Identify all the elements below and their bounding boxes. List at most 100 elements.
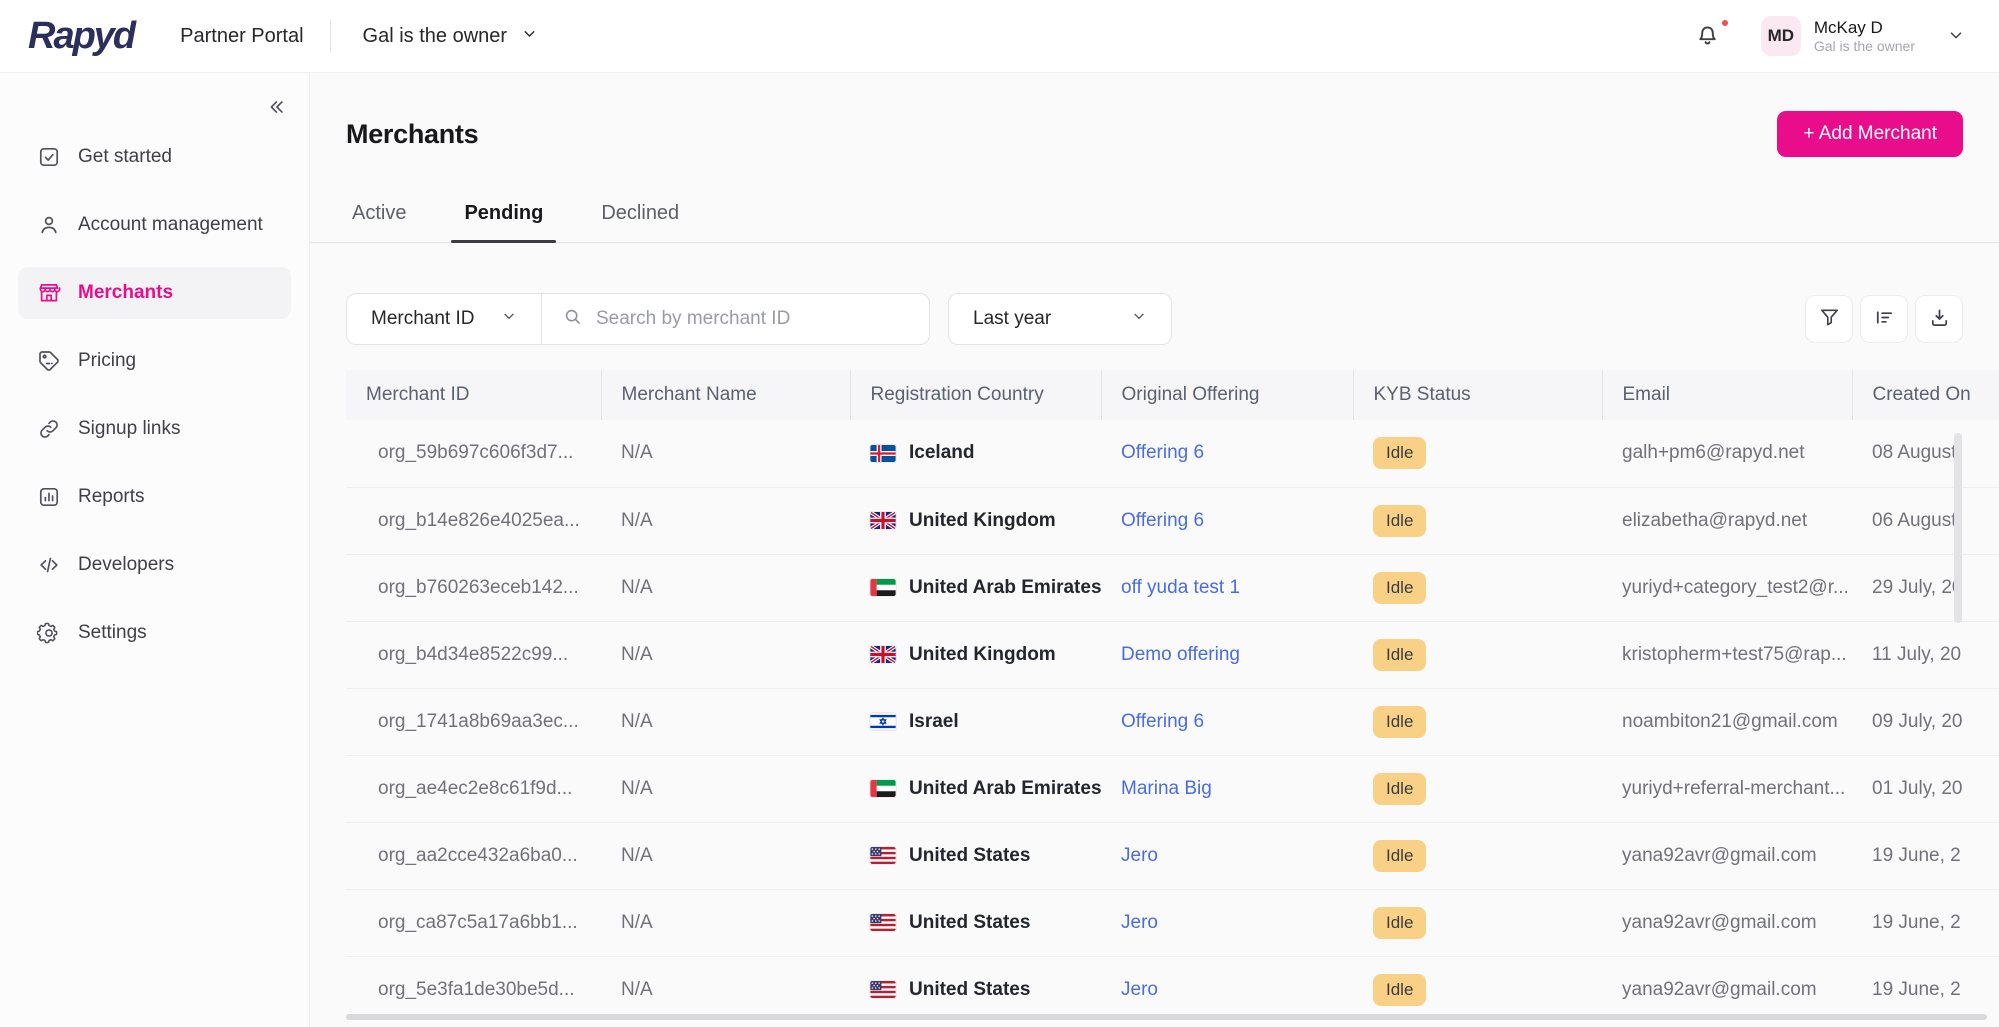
merchant-name-cell: N/A [601,554,850,621]
tabs: Active Pending Declined [310,201,1999,243]
column-header-created-on: Created On [1852,370,1999,420]
registration-country-cell: United Kingdom [850,487,1101,554]
sidebar-item-label: Developers [78,554,174,576]
offering-link[interactable]: Demo offering [1121,644,1240,665]
tab-declined[interactable]: Declined [595,201,685,242]
double-chevron-left-icon [265,106,287,121]
email-cell: yuriyd+category_test2@r... [1602,554,1852,621]
offering-link[interactable]: Jero [1121,979,1158,1000]
sidebar-item-account-management[interactable]: Account management [18,199,291,251]
horizontal-scrollbar[interactable] [346,1014,1987,1020]
table-row[interactable]: org_5e3fa1de30be5d...N/AUnited StatesJer… [346,956,1999,1023]
merchant-id-cell: org_aa2cce432a6ba0... [346,822,601,889]
merchant-id-cell: org_59b697c606f3d7... [346,420,601,487]
table-row[interactable]: org_59b697c606f3d7...N/AIcelandOffering … [346,420,1999,487]
status-badge: Idle [1373,639,1426,671]
sidebar-item-settings[interactable]: Settings [18,607,291,659]
pricing-icon [37,349,61,373]
flag-us-icon [870,914,896,931]
notifications-button[interactable] [1688,20,1727,52]
flag-il-icon [870,713,896,730]
chevron-down-icon [1947,32,1965,47]
sort-button[interactable] [1860,295,1908,343]
offering-link[interactable]: Jero [1121,845,1158,866]
topbar-divider [330,19,331,53]
shell: Get started Account management Merchants Pr… [0,73,1999,1027]
sidebar-item-label: Reports [78,486,145,508]
created-on-cell: 08 August [1852,420,1999,487]
merchant-id-cell: org_1741a8b69aa3ec... [346,688,601,755]
table-row[interactable]: org_1741a8b69aa3ec...N/AIsraelOffering 6… [346,688,1999,755]
sidebar-item-signup-links[interactable]: Signup links [18,403,291,455]
registration-country-cell: United States [850,956,1101,1023]
search-combo: Merchant ID [346,293,930,345]
flag-us-icon [870,847,896,864]
column-header-merchant-id: Merchant ID [346,370,601,420]
table-row[interactable]: org_ca87c5a17a6bb1...N/AUnited StatesJer… [346,889,1999,956]
offering-link[interactable]: off yuda test 1 [1121,577,1240,598]
chevron-down-icon [501,308,517,330]
status-badge: Idle [1373,706,1426,738]
email-cell: yana92avr@gmail.com [1602,889,1852,956]
vertical-scrollbar[interactable] [1954,433,1962,623]
chevron-down-icon [1131,308,1147,330]
table-row[interactable]: org_aa2cce432a6ba0...N/AUnited StatesJer… [346,822,1999,889]
flag-ae-icon [870,780,896,797]
user-menu-button[interactable] [1941,25,1971,48]
sidebar-item-developers[interactable]: Developers [18,539,291,591]
bell-icon [1694,36,1721,51]
merchant-id-cell: org_5e3fa1de30be5d... [346,956,601,1023]
rapyd-logo: Rapyd [28,15,134,58]
merchant-name-cell: N/A [601,822,850,889]
account-selector[interactable]: Gal is the owner [357,24,545,49]
email-cell: yana92avr@gmail.com [1602,956,1852,1023]
flag-is-icon [870,445,896,462]
date-range-selector[interactable]: Last year [948,293,1172,345]
table-row[interactable]: org_ae4ec2e8c61f9d...N/AUnited Arab Emir… [346,755,1999,822]
offering-link[interactable]: Offering 6 [1121,711,1204,732]
sidebar-item-get-started[interactable]: Get started [18,131,291,183]
tab-pending[interactable]: Pending [458,201,549,242]
add-merchant-button[interactable]: + Add Merchant [1777,111,1963,157]
account-icon [37,213,61,237]
avatar[interactable]: MD [1761,16,1801,56]
merchant-id-cell: org_ae4ec2e8c61f9d... [346,755,601,822]
topbar: Rapyd Partner Portal Gal is the owner MD… [0,0,1999,73]
download-button[interactable] [1915,295,1963,343]
offering-link[interactable]: Jero [1121,912,1158,933]
flag-ae-icon [870,579,896,596]
search-field-selector[interactable]: Merchant ID [347,294,542,344]
created-on-cell: 19 June, 2 [1852,956,1999,1023]
reports-icon [37,485,61,509]
offering-link[interactable]: Offering 6 [1121,442,1204,463]
table-row[interactable]: org_b760263eceb142...N/AUnited Arab Emir… [346,554,1999,621]
kyb-status-cell: Idle [1353,889,1602,956]
tab-active[interactable]: Active [346,201,412,242]
flag-us-icon [870,981,896,998]
developers-icon [37,553,61,577]
table-row[interactable]: org_b14e826e4025ea...N/AUnited KingdomOf… [346,487,1999,554]
registration-country-cell: United Kingdom [850,621,1101,688]
funnel-icon [1818,306,1841,332]
email-cell: noambiton21@gmail.com [1602,688,1852,755]
table-row[interactable]: org_b4d34e8522c99...N/AUnited KingdomDem… [346,621,1999,688]
merchant-id-cell: org_b4d34e8522c99... [346,621,601,688]
user-meta: McKay D Gal is the owner [1814,17,1915,56]
offering-link[interactable]: Offering 6 [1121,510,1204,531]
column-header-registration-country: Registration Country [850,370,1101,420]
filter-button[interactable] [1805,295,1853,343]
filter-bar: Merchant ID Last year [346,293,1963,345]
sidebar-item-label: Pricing [78,350,136,372]
merchants-table: Merchant IDMerchant NameRegistration Cou… [346,370,1999,1023]
sidebar-item-reports[interactable]: Reports [18,471,291,523]
country-name: United Kingdom [909,510,1056,532]
download-icon [1928,306,1951,332]
search-input[interactable] [594,307,929,331]
sidebar-item-pricing[interactable]: Pricing [18,335,291,387]
sidebar-collapse-button[interactable] [259,95,293,122]
get-started-icon [37,145,61,169]
registration-country-cell: United States [850,889,1101,956]
offering-link[interactable]: Marina Big [1121,778,1212,799]
sidebar-item-merchants[interactable]: Merchants [18,267,291,319]
status-badge: Idle [1373,840,1426,872]
